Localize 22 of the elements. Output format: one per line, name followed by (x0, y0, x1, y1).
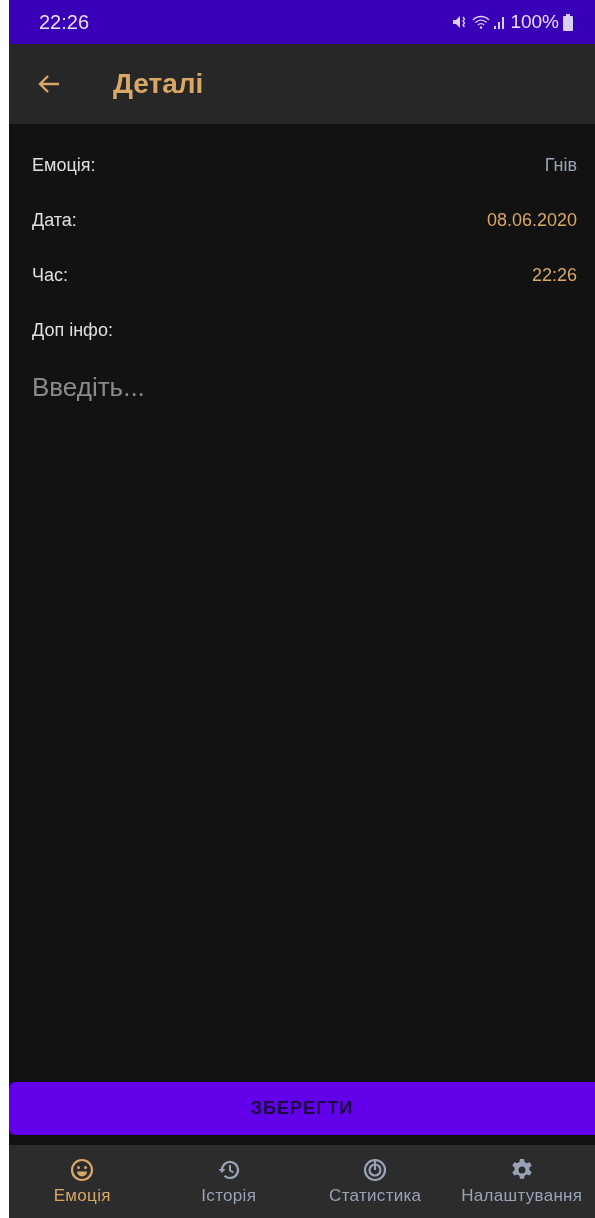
wifi-icon (472, 15, 491, 29)
battery-level: 100% (510, 11, 559, 33)
field-value[interactable]: 22:26 (531, 265, 577, 286)
nav-tab[interactable]: Налаштування (448, 1145, 595, 1218)
field-value[interactable]: 08.06.2020 (486, 210, 577, 231)
field-label: Дата: (32, 210, 77, 231)
smiley-icon (70, 1157, 95, 1182)
field-value[interactable]: Гнів (544, 155, 577, 176)
battery-icon (563, 13, 573, 31)
signal-icon (494, 15, 507, 29)
radar-icon (363, 1157, 388, 1182)
field-label: Час: (32, 265, 68, 286)
nav-tab[interactable]: Статистика (302, 1145, 449, 1218)
back-arrow-icon[interactable] (37, 74, 61, 94)
field-label: Доп інфо: (32, 320, 113, 341)
nav-tab[interactable]: Історія (155, 1145, 302, 1218)
screen-title: Деталі (113, 68, 204, 100)
nav-tab[interactable]: Емоція (9, 1145, 156, 1218)
note-input-field[interactable]: Введіть... (32, 368, 577, 407)
field-label: Емоція: (32, 155, 96, 176)
settings-icon (509, 1157, 534, 1182)
status-time: 22:26 (39, 10, 90, 34)
